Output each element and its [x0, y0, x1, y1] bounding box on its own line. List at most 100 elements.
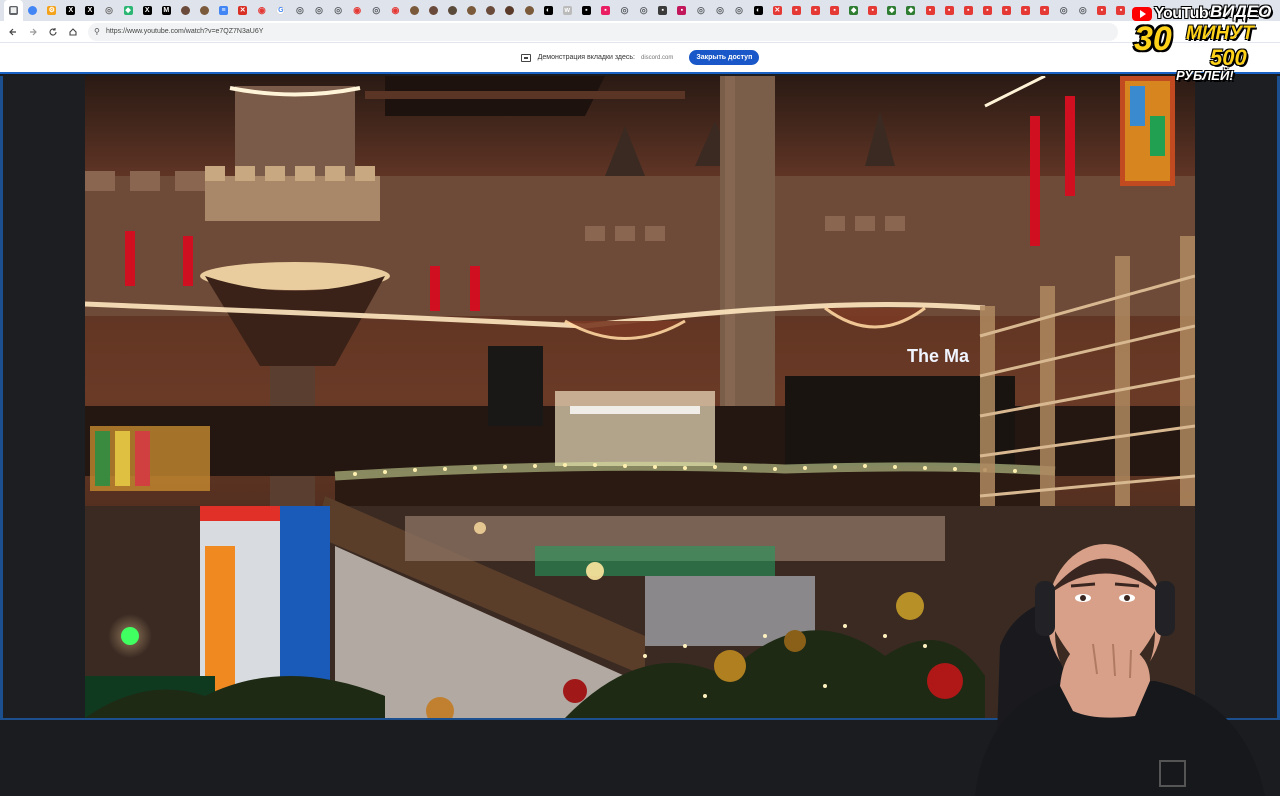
- browser-tab[interactable]: ◆: [882, 0, 901, 21]
- generic-icon: ▪: [830, 6, 840, 15]
- browser-tab[interactable]: [481, 0, 500, 21]
- browser-tab[interactable]: G: [271, 0, 290, 21]
- browser-tab[interactable]: ◐: [539, 0, 558, 21]
- browser-tab[interactable]: ◎: [1054, 0, 1073, 21]
- browser-tab[interactable]: ◎: [710, 0, 729, 21]
- home-icon: [69, 27, 77, 36]
- browser-tab[interactable]: ◎: [290, 0, 309, 21]
- browser-tab[interactable]: [500, 0, 519, 21]
- stop-sharing-button[interactable]: Закрыть доступ: [689, 50, 760, 65]
- generic-icon: ◎: [105, 5, 113, 15]
- address-bar[interactable]: ⚲ https://www.youtube.com/watch?v=e7QZ7N…: [88, 22, 1118, 41]
- browser-tab[interactable]: ◎: [310, 0, 329, 21]
- browser-tab[interactable]: [424, 0, 443, 21]
- browser-tab[interactable]: ▪: [1111, 0, 1130, 21]
- generic-icon: ✕: [238, 6, 248, 15]
- generic-icon: ▪: [1097, 6, 1107, 15]
- browser-tab[interactable]: ▪: [787, 0, 806, 21]
- browser-tab[interactable]: [405, 0, 424, 21]
- x-icon: X: [85, 6, 95, 15]
- reload-button[interactable]: [44, 23, 62, 41]
- browser-tab[interactable]: [443, 0, 462, 21]
- browser-tab[interactable]: ▪: [806, 0, 825, 21]
- browser-tab[interactable]: ▪: [1092, 0, 1111, 21]
- arrow-left-icon: [9, 28, 16, 35]
- browser-tab[interactable]: ◎: [615, 0, 634, 21]
- settings-icon: ▦: [9, 6, 19, 15]
- browser-tab[interactable]: ▪: [596, 0, 615, 21]
- browser-tab[interactable]: [176, 0, 195, 21]
- browser-tab[interactable]: ◉: [386, 0, 405, 21]
- browser-tab[interactable]: ◆: [119, 0, 138, 21]
- docs-icon: ≡: [219, 6, 229, 15]
- forward-button[interactable]: [24, 23, 42, 41]
- browser-tab[interactable]: M: [157, 0, 176, 21]
- generic-icon: ▪: [1040, 6, 1050, 15]
- browser-tab[interactable]: ◆: [844, 0, 863, 21]
- browser-tab[interactable]: ◉: [348, 0, 367, 21]
- generic-icon: ▪: [810, 6, 820, 15]
- promo-rubles: РУБЛЕЙ!: [1176, 68, 1234, 83]
- streamer-webcam-overlay: [975, 544, 1265, 796]
- browser-tab[interactable]: ◎: [1073, 0, 1092, 21]
- browser-tab[interactable]: ▪: [921, 0, 940, 21]
- home-button[interactable]: [64, 23, 82, 41]
- browser-tab[interactable]: ✕: [233, 0, 252, 21]
- browser-tab[interactable]: [23, 0, 42, 21]
- google-icon: [28, 6, 38, 15]
- avatar-icon: [410, 6, 420, 15]
- x-icon: X: [142, 6, 152, 15]
- browser-tab[interactable]: ▪: [653, 0, 672, 21]
- generic-icon: ◉: [353, 5, 362, 15]
- browser-tab[interactable]: ◎: [329, 0, 348, 21]
- browser-tab[interactable]: ◆: [901, 0, 920, 21]
- generic-icon: ▪: [963, 6, 973, 15]
- browser-tab[interactable]: ▪: [672, 0, 691, 21]
- browser-tab[interactable]: ▪: [959, 0, 978, 21]
- browser-tab[interactable]: ≡: [214, 0, 233, 21]
- browser-tab[interactable]: X: [138, 0, 157, 21]
- shared-tab-content: The Ma: [0, 76, 1280, 796]
- generic-icon: ▪: [677, 6, 687, 15]
- generic-icon: ◎: [296, 5, 304, 15]
- promo-thirty: 30: [1134, 20, 1172, 58]
- browser-tab[interactable]: ◎: [691, 0, 710, 21]
- github-icon: ◐: [543, 6, 553, 15]
- browser-tab[interactable]: ✕: [768, 0, 787, 21]
- site-info-icon[interactable]: ⚲: [94, 27, 104, 36]
- browser-tab[interactable]: ◎: [730, 0, 749, 21]
- browser-tab[interactable]: X: [61, 0, 80, 21]
- browser-tab[interactable]: ▪: [978, 0, 997, 21]
- browser-tab[interactable]: ◉: [252, 0, 271, 21]
- browser-tab[interactable]: ▪: [1016, 0, 1035, 21]
- browser-tab[interactable]: [195, 0, 214, 21]
- avatar-icon: [467, 6, 477, 15]
- browser-tab[interactable]: ⚙: [42, 0, 61, 21]
- browser-tab[interactable]: ▪: [997, 0, 1016, 21]
- generic-icon: ◐: [753, 6, 763, 15]
- browser-tab[interactable]: ◐: [749, 0, 768, 21]
- avatar-icon: [429, 6, 439, 15]
- browser-tab[interactable]: ▦: [4, 0, 24, 21]
- generic-icon: ◆: [123, 6, 133, 15]
- generic-icon: ▪: [982, 6, 992, 15]
- browser-tab[interactable]: ▪: [940, 0, 959, 21]
- browser-tab[interactable]: [520, 0, 539, 21]
- browser-tab[interactable]: ▪: [825, 0, 844, 21]
- browser-tab[interactable]: X: [80, 0, 99, 21]
- browser-tab[interactable]: ◎: [367, 0, 386, 21]
- browser-tab[interactable]: w: [558, 0, 577, 21]
- generic-icon: ◉: [391, 5, 400, 15]
- arrow-right-icon: [30, 28, 37, 35]
- back-button[interactable]: [4, 23, 22, 41]
- generic-icon: ▪: [658, 6, 668, 15]
- browser-tab[interactable]: ▪: [1035, 0, 1054, 21]
- browser-tab[interactable]: ◎: [634, 0, 653, 21]
- browser-tab[interactable]: ▪: [577, 0, 596, 21]
- avatar-icon: [199, 6, 209, 15]
- browser-tab[interactable]: [462, 0, 481, 21]
- browser-tab[interactable]: ▪: [863, 0, 882, 21]
- generic-icon: ◆: [887, 6, 897, 15]
- generic-icon: ▪: [1021, 6, 1031, 15]
- browser-tab[interactable]: ◎: [99, 0, 118, 21]
